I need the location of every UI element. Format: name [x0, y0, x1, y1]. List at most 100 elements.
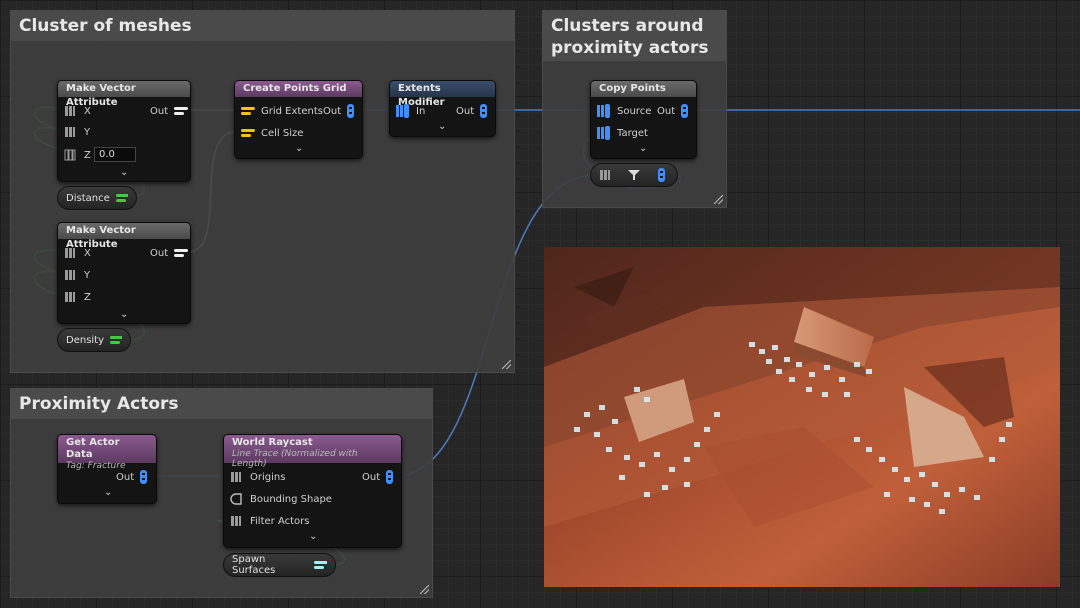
attribute-pin-icon	[600, 170, 610, 180]
pin-label: In	[416, 105, 426, 117]
point-pin-icon	[140, 470, 148, 484]
pin-y[interactable]: Y	[64, 267, 90, 283]
chevron-down-icon[interactable]: ⌄	[639, 143, 647, 154]
pill-label: Density	[66, 334, 105, 346]
pin-x[interactable]: X	[64, 103, 91, 119]
float-pin-icon	[241, 129, 255, 137]
pin-label: X	[84, 247, 91, 259]
scene-render	[544, 247, 1060, 587]
pin-bounding-shape[interactable]: Bounding Shape	[230, 491, 332, 507]
attribute-pin-icon	[64, 149, 76, 161]
node-extents-modifier[interactable]: Extents Modifier In Out ⌄	[389, 80, 496, 137]
pin-target[interactable]: Target	[597, 125, 648, 141]
node-title: Make Vector Attribute	[58, 81, 190, 108]
pin-label: Out	[150, 105, 169, 117]
comment-title: Cluster of meshes	[11, 11, 514, 41]
chevron-down-icon[interactable]: ⌄	[104, 487, 112, 498]
pin-in[interactable]: In	[396, 103, 425, 119]
node-world-raycast[interactable]: World Raycast Line Trace (Normalized wit…	[223, 434, 402, 548]
pin-x[interactable]: X	[64, 245, 91, 261]
attribute-pin-icon	[231, 516, 241, 526]
pin-label: Source	[617, 105, 652, 117]
pin-label: Out	[116, 471, 135, 483]
pin-origins[interactable]: Origins	[230, 469, 285, 485]
float-pin-icon	[174, 107, 189, 115]
attribute-pin-icon	[65, 270, 75, 280]
pin-label: Y	[84, 269, 91, 281]
float-pin-icon	[313, 561, 327, 569]
node-title: Make Vector Attribute	[58, 223, 190, 250]
float-pin-icon	[174, 249, 189, 257]
attribute-pin-icon	[231, 472, 241, 482]
node-distance[interactable]: Distance	[57, 186, 137, 210]
point-pin-icon	[597, 126, 610, 140]
point-pin-icon	[597, 104, 610, 118]
chevron-down-icon[interactable]: ⌄	[309, 531, 317, 542]
pin-label: Out	[150, 247, 169, 259]
float-pin-icon	[241, 107, 255, 115]
pin-cell-size[interactable]: Cell Size	[241, 125, 303, 141]
pin-out[interactable]: Out	[150, 103, 189, 119]
node-title: Copy Points	[591, 81, 696, 97]
pin-label: Origins	[250, 471, 286, 483]
node-get-actor-data[interactable]: Get Actor Data Tag: Fracture Out ⌄	[57, 434, 157, 504]
pin-label: Out	[657, 105, 676, 117]
point-pin-icon	[396, 104, 409, 118]
viewport-preview	[544, 247, 1060, 587]
float-pin-icon	[115, 194, 128, 202]
node-title: Create Points Grid	[235, 81, 362, 97]
node-title-text: World Raycast	[232, 437, 313, 448]
chevron-down-icon[interactable]: ⌄	[295, 143, 303, 154]
pin-out[interactable]: Out	[150, 245, 189, 261]
node-make-vector-1[interactable]: Make Vector Attribute X Y Z 0.0 Out ⌄	[57, 80, 191, 182]
z-value-field[interactable]: 0.0	[94, 147, 136, 162]
attribute-pin-icon	[65, 106, 75, 116]
chevron-down-icon[interactable]: ⌄	[120, 309, 128, 320]
node-copy-points[interactable]: Copy Points Source Target Out ⌄	[590, 80, 697, 159]
resize-handle[interactable]	[714, 195, 723, 204]
pin-y[interactable]: Y	[64, 124, 90, 140]
node-title: World Raycast Line Trace (Normalized wit…	[224, 435, 401, 469]
comment-title: Proximity Actors	[11, 389, 432, 419]
point-pin-icon	[658, 168, 665, 182]
point-pin-icon	[386, 470, 394, 484]
node-density[interactable]: Density	[57, 328, 131, 352]
pin-grid-extents[interactable]: Grid Extents	[241, 103, 323, 119]
node-make-vector-2[interactable]: Make Vector Attribute X Y Z Out ⌄	[57, 222, 191, 324]
point-pin-icon	[347, 104, 355, 118]
float-pin-icon	[110, 336, 122, 344]
pin-label: Y	[84, 126, 91, 138]
pin-label: Out	[456, 105, 475, 117]
node-create-points-grid[interactable]: Create Points Grid Grid Extents Cell Siz…	[234, 80, 363, 159]
node-spawn-surfaces[interactable]: Spawn Surfaces	[223, 553, 336, 577]
node-title: Extents Modifier	[390, 81, 495, 108]
attribute-pin-icon	[65, 248, 75, 258]
pin-label: Z	[84, 291, 91, 303]
pin-label: Out	[362, 471, 381, 483]
chevron-down-icon[interactable]: ⌄	[120, 167, 128, 178]
node-title: Get Actor Data Tag: Fracture	[58, 435, 156, 471]
pin-z[interactable]: Z	[64, 289, 91, 305]
pin-label: Filter Actors	[250, 515, 310, 527]
pin-label: X	[84, 105, 91, 117]
node-subtitle: Line Trace (Normalized with Length)	[232, 449, 358, 469]
resize-handle[interactable]	[420, 585, 429, 594]
pin-label: Z	[84, 149, 91, 161]
pin-out[interactable]: Out	[362, 469, 395, 485]
pill-label: Spawn Surfaces	[232, 554, 276, 576]
point-pin-icon	[681, 104, 689, 118]
attribute-pin-icon	[65, 127, 75, 137]
pin-source[interactable]: Source	[597, 103, 651, 119]
pin-out[interactable]: Out	[323, 103, 356, 119]
node-filter[interactable]	[590, 163, 678, 187]
pin-z[interactable]: Z	[64, 147, 91, 163]
pin-out[interactable]: Out	[456, 103, 489, 119]
comment-title: Clusters around proximity actors	[543, 11, 726, 61]
pin-out[interactable]: Out	[657, 103, 690, 119]
pin-label: Cell Size	[261, 127, 304, 139]
pin-filter-actors[interactable]: Filter Actors	[230, 513, 309, 529]
resize-handle[interactable]	[502, 360, 511, 369]
chevron-down-icon[interactable]: ⌄	[438, 121, 446, 132]
pin-out[interactable]: Out	[116, 469, 149, 485]
pill-label: Distance	[66, 192, 110, 204]
